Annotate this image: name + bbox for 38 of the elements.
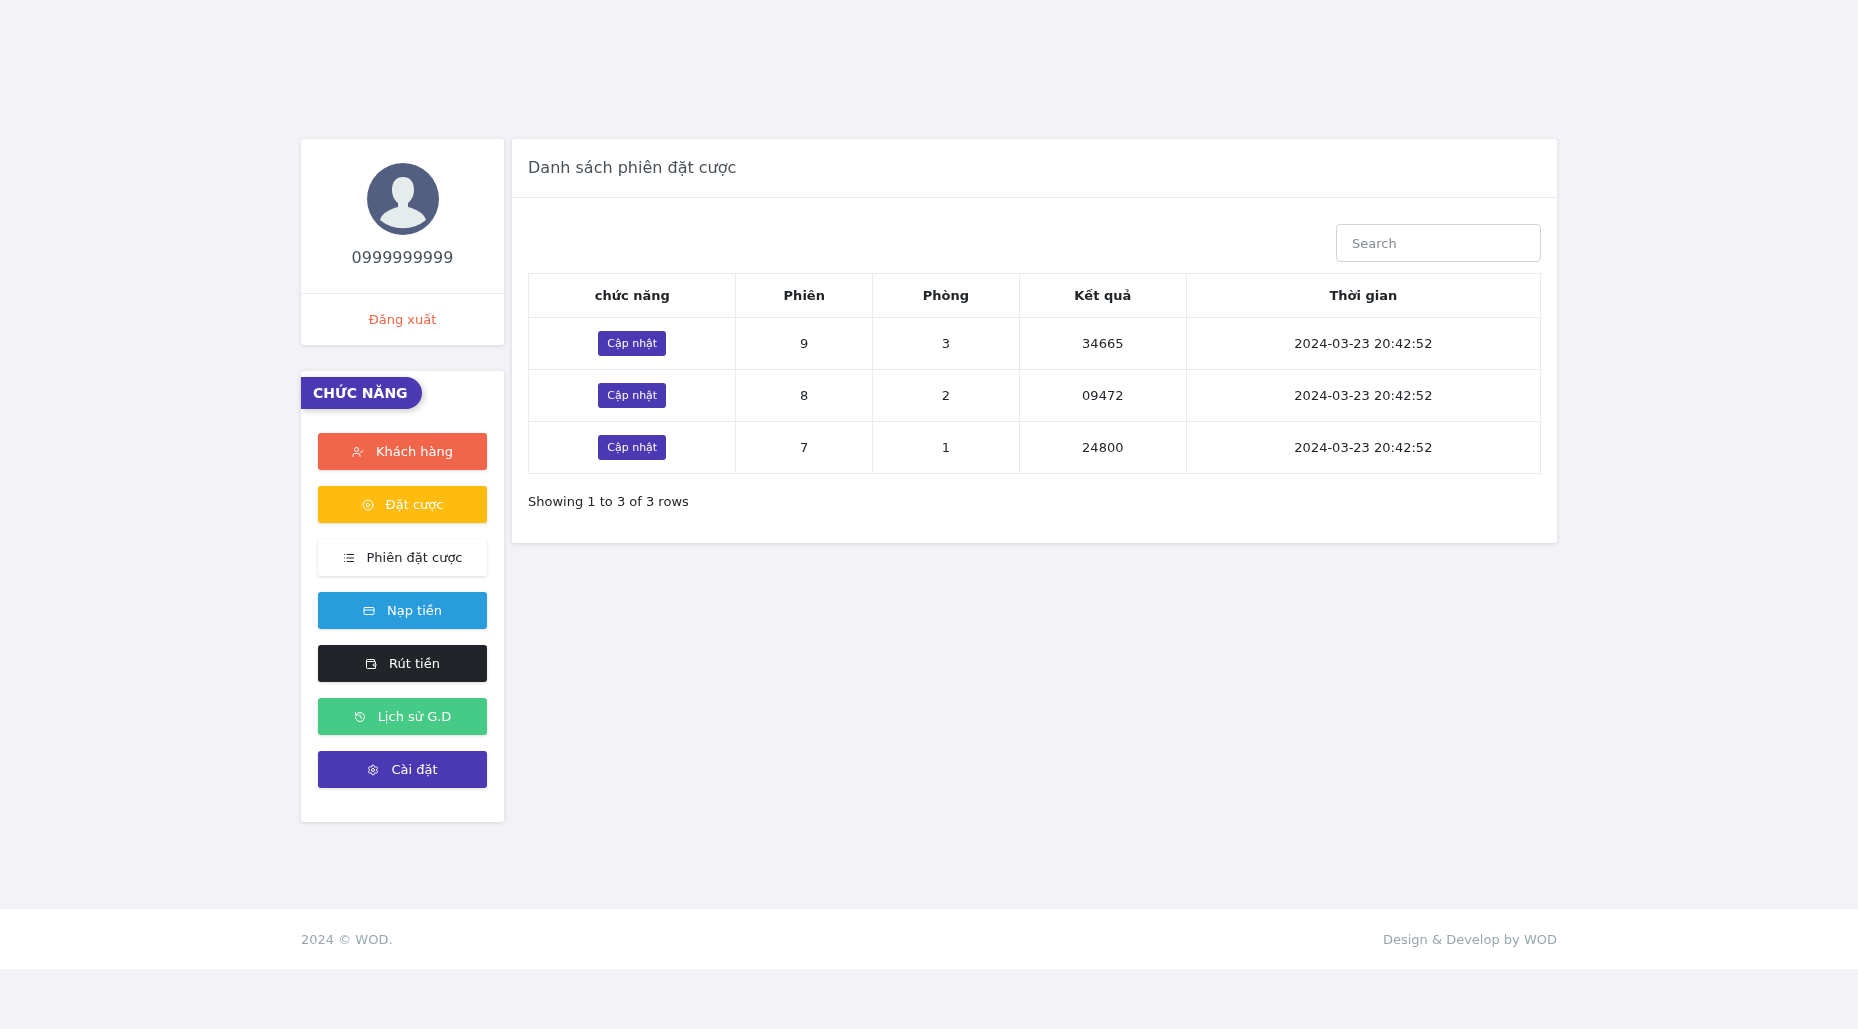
update-button[interactable]: Cập nhật (598, 331, 667, 356)
menu-button[interactable]: Phiên đặt cược (318, 539, 487, 576)
user-check-icon (352, 445, 364, 458)
panel-title: Danh sách phiên đặt cược (528, 158, 738, 177)
table-cell: 7 (735, 421, 873, 474)
column-header: chức năng (528, 273, 736, 318)
credit-text: Design & Develop by WOD (1382, 931, 1557, 947)
column-header: Phiên (735, 273, 873, 318)
table-cell: 34665 (1019, 317, 1187, 370)
card-icon (363, 604, 375, 617)
pagination-info: Showing 1 to 3 of 3 rows (528, 494, 690, 509)
update-button[interactable]: Cập nhật (598, 383, 667, 408)
search-field[interactable]: Search (1336, 224, 1541, 262)
table-cell: 24800 (1019, 421, 1187, 474)
table-cell: 1 (872, 421, 1020, 474)
list-icon (342, 551, 355, 564)
avatar-icon (366, 163, 439, 235)
wallet-icon (365, 657, 378, 670)
menu-button[interactable]: Rút tiền (318, 645, 487, 682)
history-icon (353, 710, 366, 723)
table-cell: 2024-03-23 20:42:52 (1186, 369, 1541, 422)
play-icon (361, 498, 374, 511)
table-cell: 2024-03-23 20:42:52 (1186, 421, 1541, 474)
column-header: Thời gian (1186, 273, 1541, 318)
table-cell: 3 (872, 317, 1020, 370)
copyright-text: 2024 © WOD. (301, 931, 393, 947)
column-header: Kết quả (1019, 273, 1187, 318)
menu-button[interactable]: Cài đặt (318, 751, 487, 788)
settings-icon (367, 763, 380, 776)
table-cell: 09472 (1019, 369, 1187, 422)
column-header: Phòng (872, 273, 1020, 318)
table-cell: 2 (872, 369, 1020, 422)
table-cell: 9 (735, 317, 873, 370)
menu-title: CHỨC NĂNG (301, 377, 422, 409)
phone-number: 0999999999 (351, 248, 454, 267)
update-button[interactable]: Cập nhật (598, 435, 667, 460)
table-cell: 8 (735, 369, 873, 422)
table-cell: 2024-03-23 20:42:52 (1186, 317, 1541, 370)
